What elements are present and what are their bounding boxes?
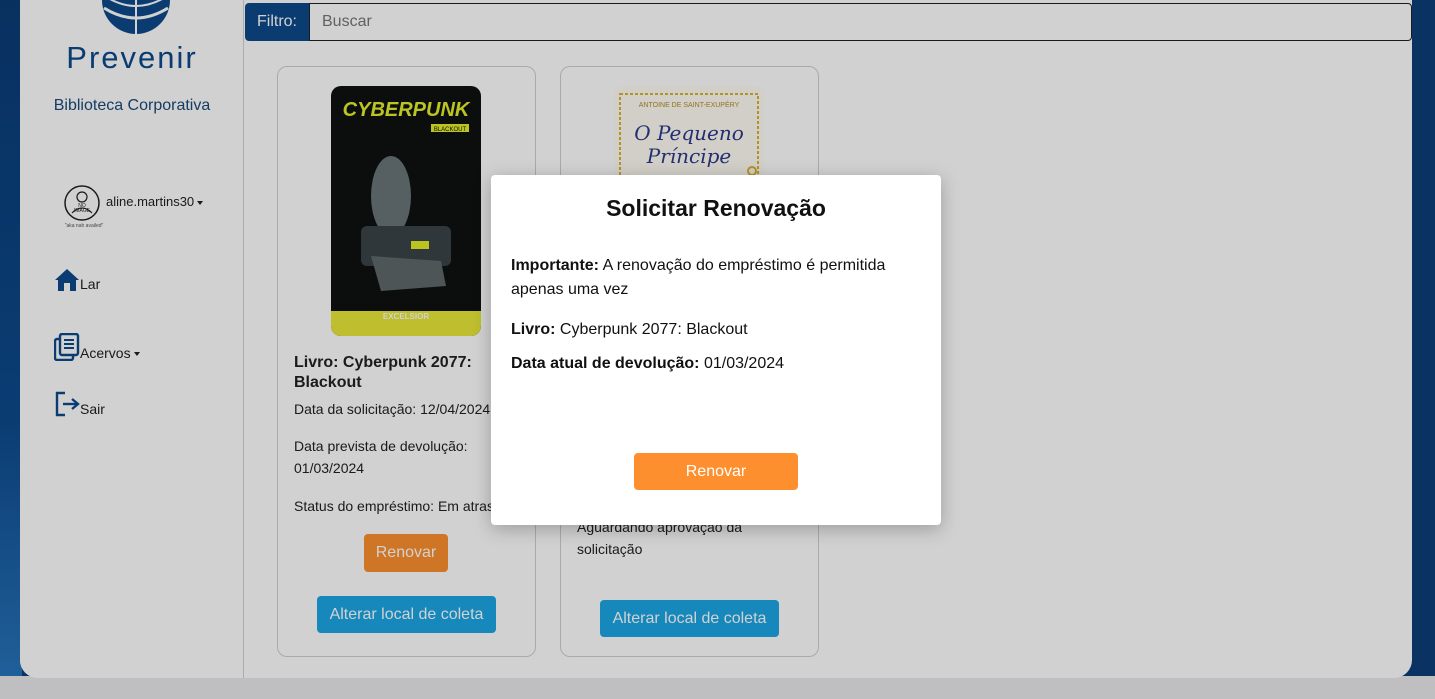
book-value: Cyberpunk 2077: Blackout (555, 321, 748, 338)
important-label: Importante: (511, 257, 599, 274)
modal-title: Solicitar Renovação (606, 195, 826, 221)
book-label: Livro: (511, 321, 556, 338)
due-date-label: Data atual de devolução: (511, 355, 700, 372)
due-date-value: 01/03/2024 (699, 355, 785, 372)
modal-due-date: Data atual de devolução: 01/03/2024 (511, 352, 911, 376)
modal-important-note: Importante: A renovação do empréstimo é … (511, 254, 911, 302)
confirm-renew-button[interactable]: Renovar (634, 453, 798, 490)
modal-book-info: Livro: Cyberpunk 2077: Blackout (511, 318, 911, 342)
renewal-modal: Solicitar Renovação Importante: A renova… (491, 175, 941, 525)
